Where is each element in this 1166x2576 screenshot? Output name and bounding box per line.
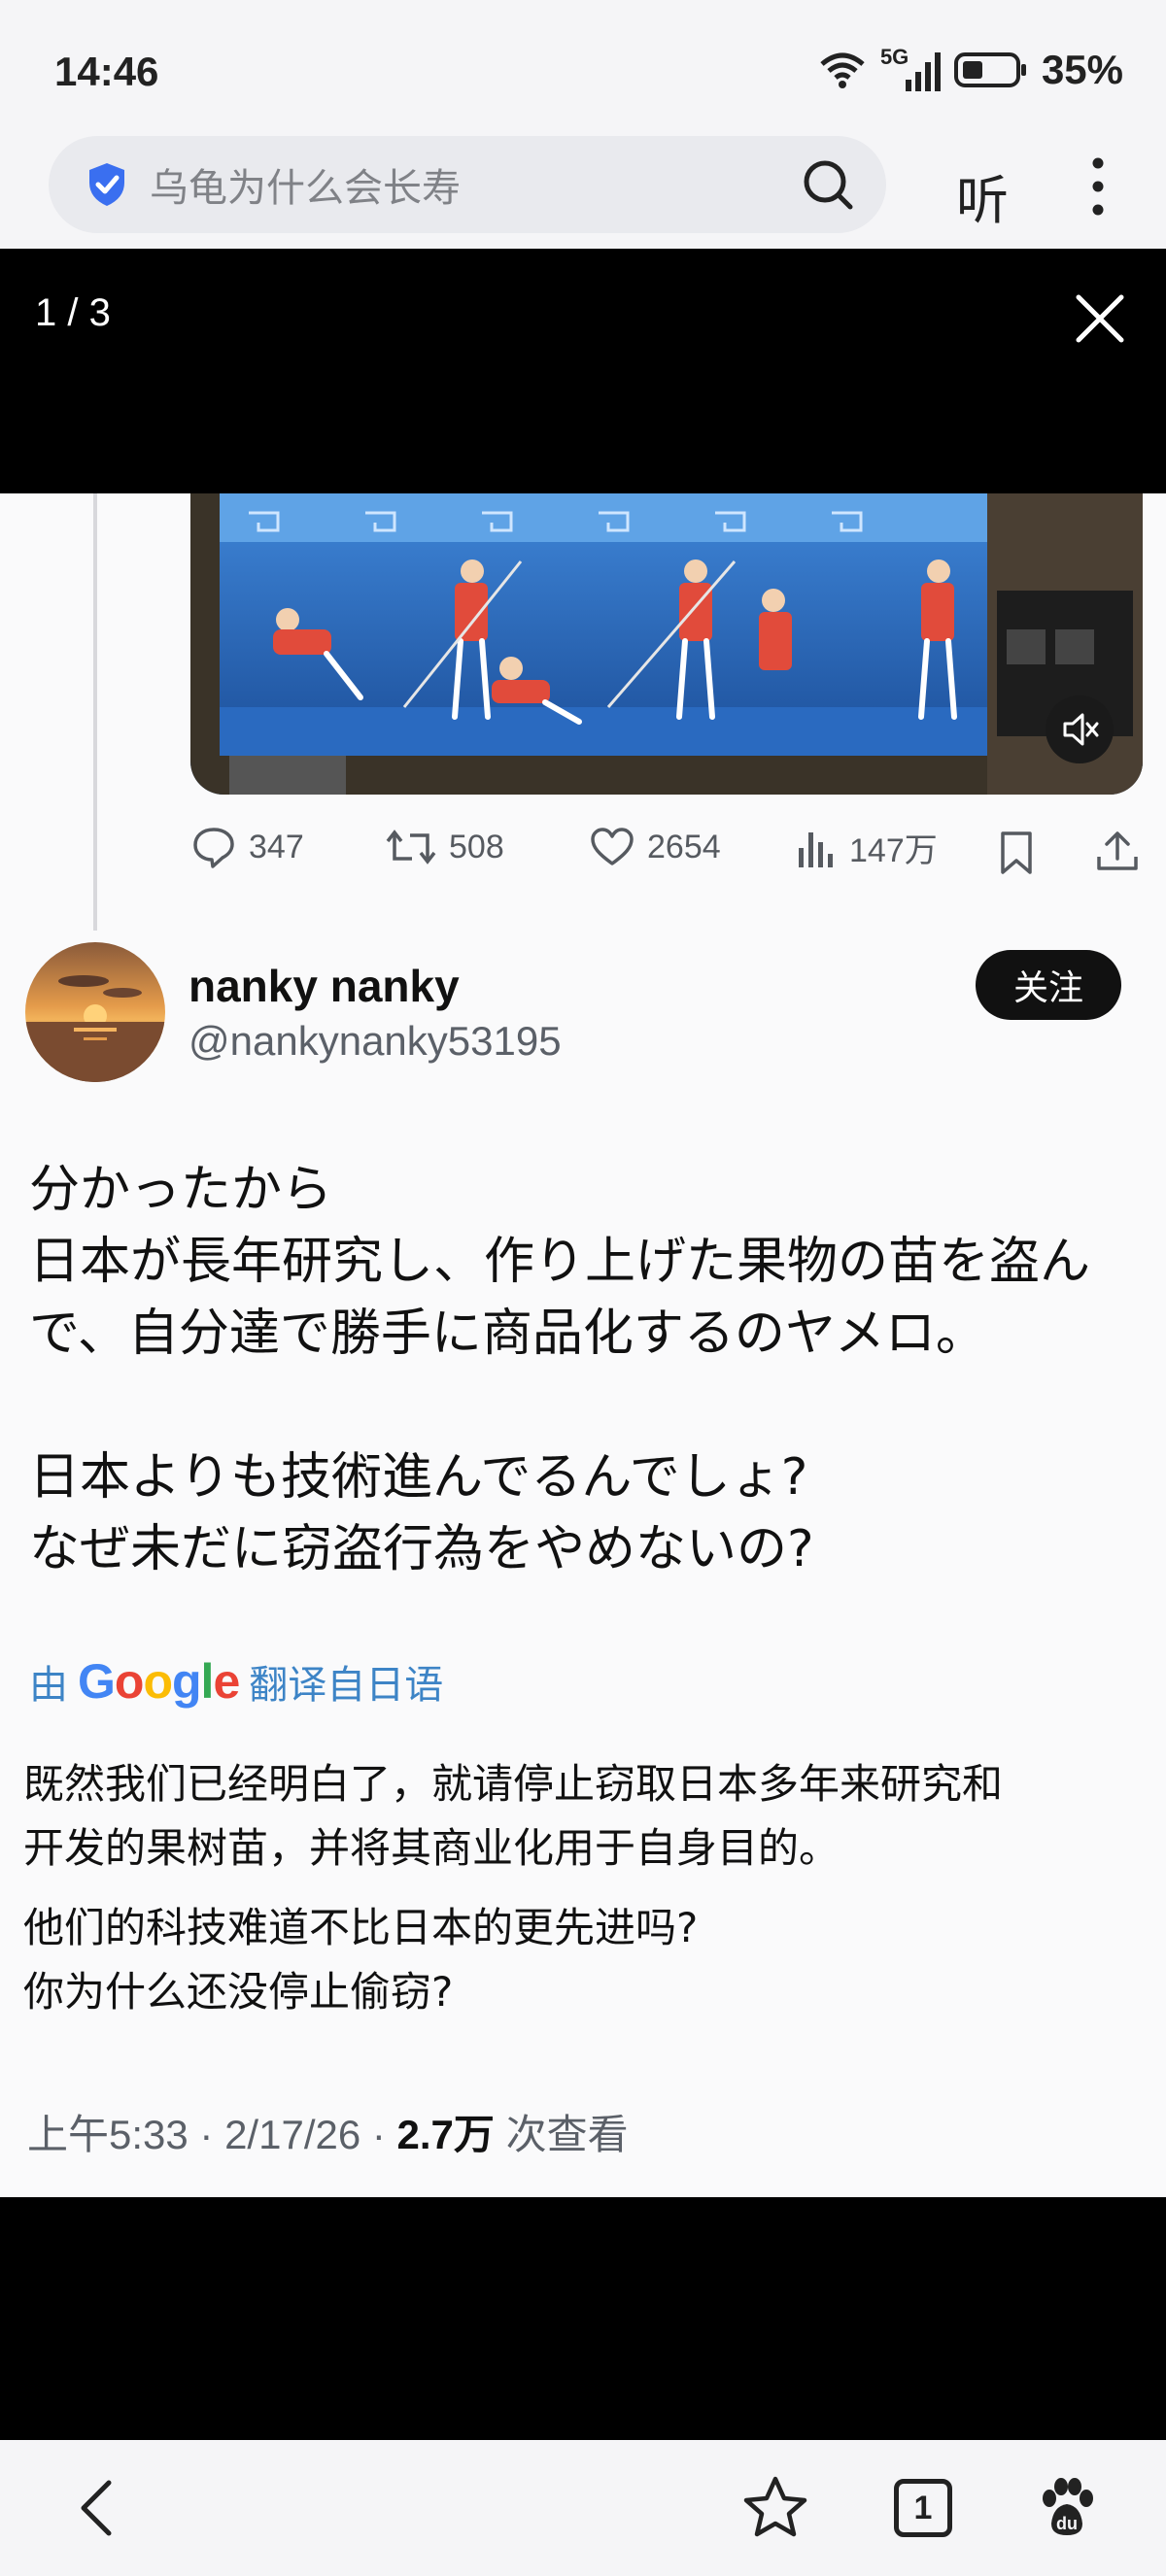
star-icon[interactable] [740, 2473, 810, 2543]
status-bar: 14:46 5G 35% [0, 0, 1166, 136]
image-counter: 1 / 3 [35, 291, 111, 334]
wifi-icon [820, 52, 865, 88]
bottom-nav: 1 du [0, 2440, 1166, 2576]
video-thumbnail[interactable] [190, 493, 1143, 795]
translated-line: 既然我们已经明白了，就请停止窃取日本多年来研究和 [23, 1760, 1004, 1808]
search-icon[interactable] [799, 155, 857, 214]
sunset-avatar-image [25, 942, 165, 1082]
follow-button[interactable]: 关注 [976, 950, 1121, 1020]
author-handle[interactable]: @nankynanky53195 [189, 1018, 562, 1065]
avatar[interactable] [25, 942, 165, 1082]
original-line: なぜ未だに窃盗行為をやめないの? [29, 1520, 814, 1578]
back-icon[interactable] [64, 2473, 134, 2543]
translated-line: 他们的科技难道不比日本的更先进吗? [23, 1904, 699, 1951]
author-name[interactable]: nanky nanky [189, 960, 460, 1012]
signal-icon [905, 52, 941, 91]
like-action[interactable]: 2654 [589, 824, 721, 870]
signal-indicator: 5G [880, 45, 941, 91]
reply-action[interactable]: 347 [190, 824, 304, 870]
more-vertical-icon[interactable] [1088, 155, 1108, 218]
like-count: 2654 [647, 828, 721, 865]
google-logo: Google [78, 1654, 240, 1709]
views-action[interactable]: 147万 [795, 824, 938, 871]
image-viewer-toolbar: 1 / 3 [0, 249, 1166, 493]
close-icon[interactable] [1073, 291, 1127, 346]
original-line [29, 1370, 1147, 1441]
original-line: 分かったから [29, 1161, 333, 1219]
post-meta: 上午5:33 · 2/17/26 · 2.7万 次查看 [27, 2102, 629, 2161]
tabs-icon: 1 [894, 2479, 952, 2537]
shield-icon [89, 163, 124, 206]
listen-button[interactable]: 听 [956, 157, 1009, 234]
translated-paragraph-2: 他们的科技难道不比日本的更先进吗? 你为什么还没停止偷窃? [23, 1896, 1150, 2024]
tweet-screenshot: 347 508 2654 147万 nanky nanky @nankynank… [0, 493, 1166, 2197]
original-text: 分かったから 日本が長年研究し、作り上げた果物の苗を盗ん で、自分達で勝手に商品… [29, 1154, 1147, 1585]
analytics-icon [799, 831, 833, 867]
tab-count: 1 [913, 2489, 933, 2526]
svg-text:du: du [1056, 2514, 1078, 2533]
translated-line: 你为什么还没停止偷窃? [23, 1968, 454, 2016]
status-time: 14:46 [54, 49, 159, 94]
battery-percent: 35% [1041, 47, 1123, 92]
thread-line [93, 493, 97, 931]
repost-icon [386, 830, 436, 864]
translated-line: 开发的果树苗，并将其商业化用于自身目的。 [23, 1824, 840, 1872]
repost-action[interactable]: 508 [385, 824, 504, 870]
translated-paragraph-1: 既然我们已经明白了，就请停止窃取日本多年来研究和 开发的果树苗，并将其商业化用于… [23, 1752, 1150, 1881]
share-icon[interactable] [1094, 828, 1141, 874]
post-view-suffix: 次查看 [494, 2112, 629, 2157]
speaker-muted-icon [1063, 713, 1099, 746]
original-line: 日本が長年研究し、作り上げた果物の苗を盗ん [29, 1233, 1091, 1291]
heart-icon [591, 828, 634, 865]
original-line: 日本よりも技術進んでるんでしょ? [29, 1448, 808, 1507]
post-view-count: 2.7万 [396, 2112, 495, 2157]
baidu-paw-icon[interactable]: du [1032, 2473, 1102, 2543]
mute-button[interactable] [1046, 695, 1114, 763]
browser-header: 乌龟为什么会长寿 听 [0, 117, 1166, 249]
original-line: で、自分達で勝手に商品化するのヤメロ。 [29, 1305, 986, 1363]
search-bar[interactable]: 乌龟为什么会长寿 [49, 136, 886, 233]
view-count: 147万 [849, 832, 938, 869]
repost-count: 508 [449, 828, 504, 865]
reply-icon [193, 828, 234, 868]
bookmark-icon[interactable] [997, 830, 1036, 876]
video-frame [190, 493, 1143, 795]
post-timestamp: 上午5:33 · 2/17/26 · [27, 2112, 397, 2157]
translation-suffix: 翻译自日语 [249, 1663, 444, 1708]
network-type: 5G [879, 45, 909, 69]
tweet-actions: 347 508 2654 147万 [190, 824, 1143, 882]
reply-count: 347 [249, 828, 304, 865]
battery-icon [953, 52, 1026, 87]
search-query[interactable]: 乌龟为什么会长寿 [150, 156, 799, 213]
tabs-button[interactable]: 1 [888, 2473, 958, 2543]
translation-prefix: 由 [29, 1663, 68, 1708]
status-icons: 5G 35% [818, 45, 1123, 93]
translation-attribution[interactable]: 由 Google 翻译自日语 [29, 1653, 443, 1710]
